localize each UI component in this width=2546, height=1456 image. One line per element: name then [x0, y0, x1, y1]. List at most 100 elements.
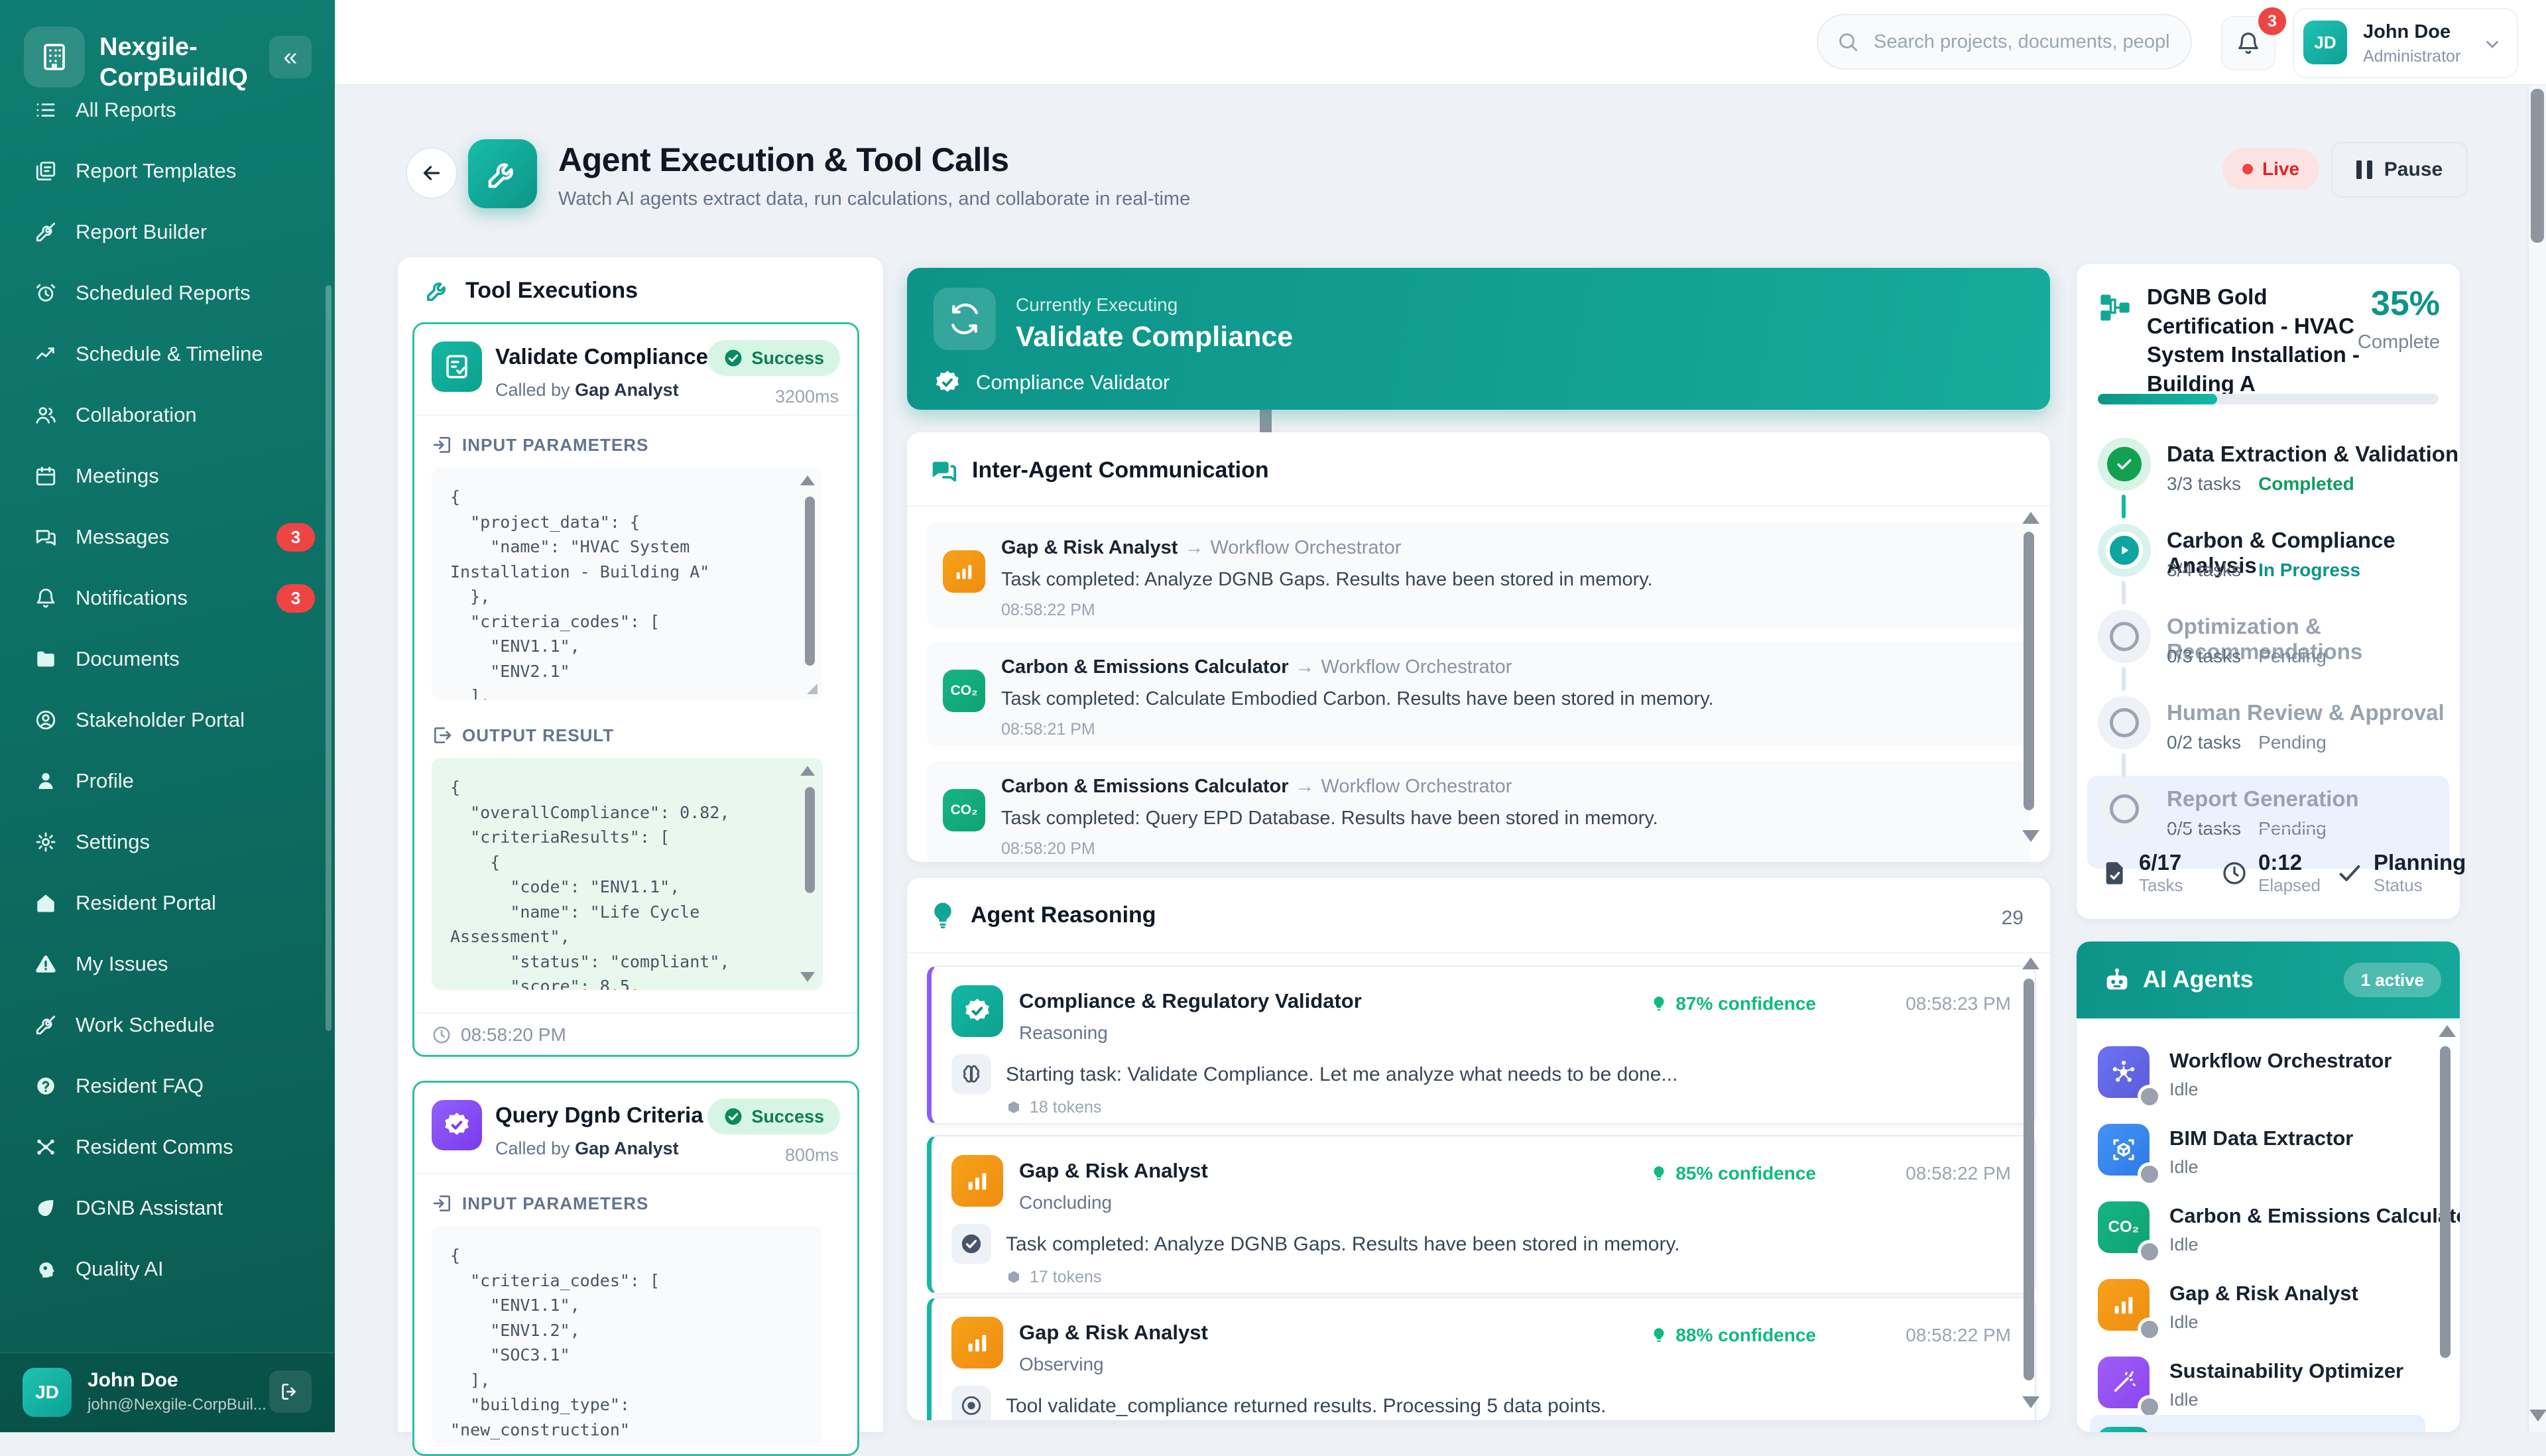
- pause-icon: [2356, 160, 2372, 179]
- resize-handle[interactable]: [807, 684, 818, 694]
- page-scroll-down[interactable]: [2529, 1410, 2546, 1422]
- phase-meta: 0/2 tasksPending: [2167, 732, 2327, 753]
- input-json: { "project_data": { "name": "HVAC System…: [432, 467, 823, 699]
- sidebar-item-resident-portal[interactable]: Resident Portal: [0, 873, 335, 934]
- phase-status-icon-pending: [2098, 696, 2151, 749]
- agent-name: Workflow Orchestrator: [2169, 1049, 2392, 1073]
- top-header: 3 JD John Doe Administrator: [335, 0, 2546, 86]
- wrench-icon: [424, 277, 451, 304]
- comm-scrollbar[interactable]: [2024, 532, 2034, 810]
- agent-row-active[interactable]: Compliance & Regulat: [2090, 1415, 2425, 1432]
- building-icon: [38, 41, 70, 73]
- page-scroll-thumb[interactable]: [2531, 89, 2544, 243]
- output-json-block[interactable]: { "overallCompliance": 0.82, "criteriaRe…: [432, 758, 823, 990]
- lightbulb-icon: [928, 900, 957, 930]
- sync-icon: [934, 288, 996, 350]
- badge-check-icon: [2098, 1427, 2150, 1432]
- agent-row[interactable]: Workflow Orchestrator Idle: [2090, 1042, 2425, 1114]
- phase-meta: 0/5 tasksPending: [2167, 818, 2327, 839]
- brand-name: Nexgile-CorpBuildIQ: [99, 32, 278, 93]
- agent-phase: Observing: [1019, 1354, 1104, 1375]
- user-name: John Doe: [2363, 21, 2451, 43]
- help-icon: [34, 1075, 57, 1097]
- chat-icon: [34, 526, 57, 548]
- sidebar-item-notifications[interactable]: Notifications 3: [0, 568, 335, 629]
- input-icon: [432, 1193, 453, 1214]
- ai-agents-panel: AI Agents 1 active Workflow Orchestrator…: [2077, 941, 2460, 1432]
- check-icon: [2336, 860, 2363, 886]
- panel-title: Agent Reasoning: [971, 902, 1156, 928]
- sidebar-item-resident-faq[interactable]: Resident FAQ: [0, 1056, 335, 1117]
- agent-name: BIM Data Extractor: [2169, 1126, 2353, 1150]
- sidebar-item-report-builder[interactable]: Report Builder: [0, 202, 335, 263]
- tools-icon: [34, 221, 57, 243]
- output-json: { "overallCompliance": 0.82, "criteriaRe…: [432, 758, 823, 990]
- list-icon: [34, 99, 57, 121]
- phase-name: Data Extraction & Validation: [2167, 442, 2458, 467]
- agent-status: Idle: [2169, 1157, 2199, 1178]
- sidebar-item-resident-comms[interactable]: Resident Comms: [0, 1117, 335, 1178]
- code-scrollbar[interactable]: [805, 497, 815, 666]
- sidebar-item-profile[interactable]: Profile: [0, 751, 335, 812]
- agent-row[interactable]: Sustainability Optimizer Idle: [2090, 1353, 2425, 1424]
- reasoning-scroll-down[interactable]: [2022, 1396, 2039, 1408]
- sidebar-item-meetings[interactable]: Meetings: [0, 446, 335, 507]
- code-scrollbar[interactable]: [805, 787, 815, 893]
- sidebar-item-dgnb-assistant[interactable]: DGNB Assistant: [0, 1178, 335, 1239]
- reasoning-scrollbar[interactable]: [2024, 979, 2034, 1380]
- sidebar-item-all-reports[interactable]: All Reports: [0, 98, 335, 141]
- message-time: 08:58:22 PM: [1001, 601, 1095, 620]
- sidebar-item-settings[interactable]: Settings: [0, 812, 335, 873]
- calendar-icon: [34, 465, 57, 487]
- sidebar-item-documents[interactable]: Documents: [0, 629, 335, 690]
- eye-icon: [951, 1386, 991, 1420]
- collapse-sidebar-button[interactable]: «: [269, 36, 312, 78]
- certification-progress-card: DGNB Gold Certification - HVAC System In…: [2077, 264, 2460, 919]
- user-menu[interactable]: JD John Doe Administrator: [2293, 8, 2518, 78]
- logout-button[interactable]: [269, 1370, 312, 1413]
- page-scrollbar[interactable]: [2527, 0, 2546, 1432]
- code-scroll-up[interactable]: [800, 766, 815, 776]
- sidebar-item-schedule-timeline[interactable]: Schedule & Timeline: [0, 324, 335, 385]
- co2-icon: CO₂: [943, 670, 985, 712]
- output-result-label: OUTPUT RESULT: [432, 725, 614, 746]
- sidebar-item-messages[interactable]: Messages 3: [0, 507, 335, 568]
- message-time: 08:58:20 PM: [1001, 839, 1095, 859]
- pause-button[interactable]: Pause: [2331, 142, 2468, 198]
- agent-row[interactable]: Gap & Risk Analyst Idle: [2090, 1275, 2425, 1347]
- sidebar-item-scheduled-reports[interactable]: Scheduled Reports: [0, 263, 335, 324]
- sidebar-item-report-templates[interactable]: Report Templates: [0, 141, 335, 202]
- sidebar-item-stakeholder-portal[interactable]: Stakeholder Portal: [0, 690, 335, 751]
- co2-icon: CO₂: [943, 789, 985, 831]
- message-time: 08:58:21 PM: [1001, 720, 1095, 739]
- sidebar-item-quality-ai[interactable]: Quality AI: [0, 1239, 335, 1300]
- agent-row[interactable]: CO₂ Carbon & Emissions Calculator Idle: [2090, 1197, 2425, 1269]
- reasoning-scroll-up[interactable]: [2022, 957, 2039, 969]
- agents-scroll-up[interactable]: [2439, 1025, 2456, 1037]
- input-json: { "criteria_codes": [ "ENV1.1", "ENV1.2"…: [432, 1226, 823, 1445]
- sidebar-item-collaboration[interactable]: Collaboration: [0, 385, 335, 446]
- page-subtitle: Watch AI agents extract data, run calcul…: [558, 188, 1190, 210]
- templates-icon: [34, 160, 57, 182]
- users-icon: [34, 404, 57, 426]
- code-scroll-up[interactable]: [800, 475, 815, 485]
- search-input[interactable]: [1872, 30, 2172, 54]
- wrench-icon: [485, 156, 520, 192]
- comm-scroll-up[interactable]: [2022, 512, 2039, 524]
- tool-card-query-dgnb-criteria[interactable]: Query Dgnb Criteria Called by Gap Analys…: [412, 1081, 859, 1456]
- input-json-block[interactable]: { "project_data": { "name": "HVAC System…: [432, 467, 823, 699]
- sidebar-scrollbar[interactable]: [326, 285, 332, 1031]
- search-bar[interactable]: [1817, 14, 2192, 70]
- back-button[interactable]: [406, 147, 457, 199]
- stat-tasks: 6/17Tasks: [2102, 850, 2183, 896]
- sidebar-item-my-issues[interactable]: My Issues: [0, 934, 335, 995]
- agent-row[interactable]: BIM Data Extractor Idle: [2090, 1120, 2425, 1191]
- agents-scrollbar[interactable]: [2440, 1046, 2451, 1358]
- search-icon: [1837, 30, 1859, 53]
- code-scroll-down[interactable]: [800, 972, 815, 982]
- comm-scroll-down[interactable]: [2022, 830, 2039, 842]
- tool-card-validate-compliance[interactable]: Validate Compliance Called by Gap Analys…: [412, 322, 859, 1057]
- sidebar-user-card[interactable]: JD John Doe john@Nexgile-CorpBuil...: [0, 1353, 335, 1433]
- input-json-block[interactable]: { "criteria_codes": [ "ENV1.1", "ENV1.2"…: [432, 1226, 823, 1445]
- sidebar-item-work-schedule[interactable]: Work Schedule: [0, 995, 335, 1056]
